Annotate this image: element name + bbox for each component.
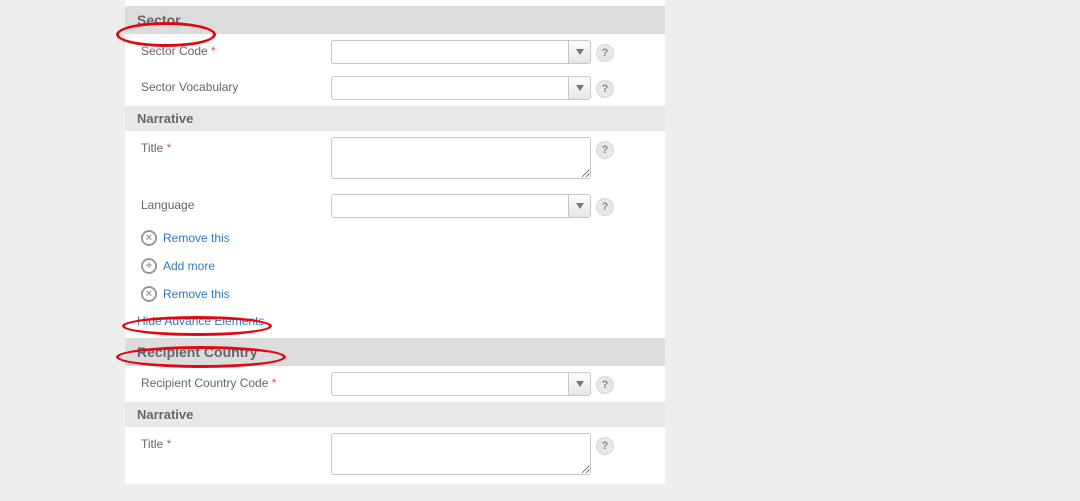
help-icon[interactable]: ? [596,437,614,455]
add-more-row: Add more [125,252,665,280]
dropdown-arrow-icon[interactable] [568,41,590,63]
narrative2-title-textarea[interactable] [331,433,591,475]
recipient-code-label-text: Recipient Country Code [141,376,268,390]
sector-vocab-label: Sector Vocabulary [141,76,331,94]
page-root: ? Sector Sector Code * ? Sector Vocabula… [0,0,1080,501]
sector-code-label-text: Sector Code [141,44,208,58]
form-panel: ? Sector Sector Code * ? Sector Vocabula… [125,0,665,484]
remove-this-link[interactable]: Remove this [163,287,230,301]
dropdown-arrow-icon[interactable] [568,195,590,217]
required-marker: * [167,437,172,451]
hide-advance-elements-link[interactable]: Hide Advance Elements [125,308,665,338]
narrative1-lang-row: Language ? [125,188,665,224]
help-icon[interactable]: ? [596,198,614,216]
remove-this-inner-row: Remove this [125,224,665,252]
section-header-sector: Sector [125,6,665,34]
narrative1-title-label-text: Title [141,141,163,155]
sector-vocab-row: Sector Vocabulary ? [125,70,665,106]
remove-icon [141,230,157,246]
sector-code-label: Sector Code * [141,40,331,58]
recipient-code-select[interactable] [331,372,591,396]
subheader-narrative: Narrative [125,106,665,131]
narrative2-title-label-text: Title [141,437,163,451]
remove-icon [141,286,157,302]
recipient-code-label: Recipient Country Code * [141,372,331,390]
required-marker: * [272,376,277,390]
sector-vocab-select[interactable] [331,76,591,100]
section-header-recipient-country: Recipient Country [125,338,665,366]
dropdown-arrow-icon[interactable] [568,77,590,99]
narrative2-title-row: Title * ? [125,427,665,484]
sector-code-row: Sector Code * ? [125,34,665,70]
narrative1-title-row: Title * ? [125,131,665,188]
remove-this-link[interactable]: Remove this [163,231,230,245]
required-marker: * [167,141,172,155]
narrative2-title-label: Title * [141,433,331,451]
sector-code-select[interactable] [331,40,591,64]
narrative1-title-label: Title * [141,137,331,155]
subheader-narrative: Narrative [125,402,665,427]
help-icon[interactable]: ? [596,44,614,62]
add-more-link[interactable]: Add more [163,259,215,273]
narrative1-title-textarea[interactable] [331,137,591,179]
narrative1-lang-label: Language [141,194,331,212]
narrative1-lang-select[interactable] [331,194,591,218]
required-marker: * [211,44,216,58]
help-icon[interactable]: ? [596,376,614,394]
recipient-code-row: Recipient Country Code * ? [125,366,665,402]
dropdown-arrow-icon[interactable] [568,373,590,395]
remove-this-outer-row: Remove this [125,280,665,308]
help-icon[interactable]: ? [596,141,614,159]
add-icon [141,258,157,274]
help-icon[interactable]: ? [596,80,614,98]
